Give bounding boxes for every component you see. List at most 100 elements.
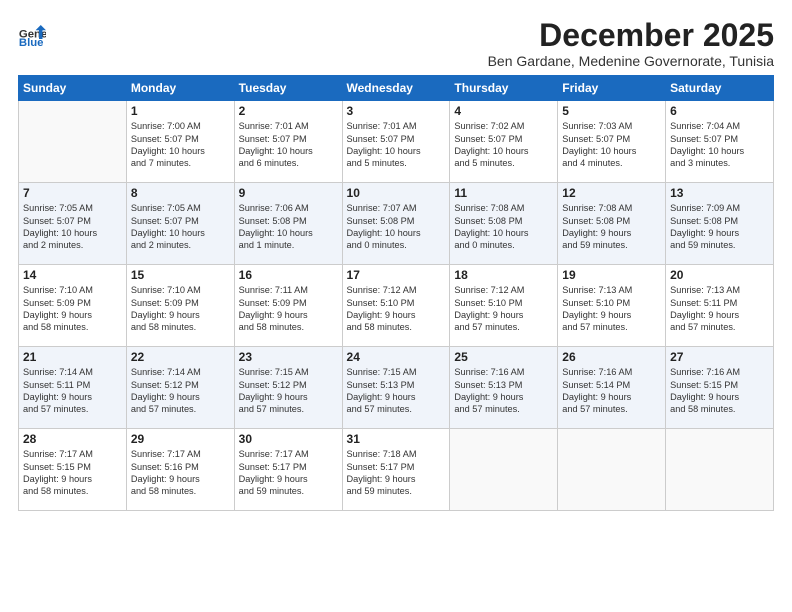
- day-number: 11: [454, 186, 553, 200]
- table-row: 25Sunrise: 7:16 AMSunset: 5:13 PMDayligh…: [450, 347, 558, 429]
- table-row: 29 Sunrise: 7:17 AMSunset: 5:16 PMDayligh…: [126, 429, 234, 511]
- table-row: 31 Sunrise: 7:18 AMSunset: 5:17 PMDayligh…: [342, 429, 450, 511]
- day-number: 25: [454, 350, 553, 364]
- table-row: 11 Sunrise: 7:08 AMSunset: 5:08 PMDayligh…: [450, 183, 558, 265]
- table-row: 22 Sunrise: 7:14 AMSunset: 5:12 PMDayligh…: [126, 347, 234, 429]
- day-info: Sunrise: 7:18 AMSunset: 5:17 PMDaylight:…: [347, 448, 446, 498]
- day-number: 14: [23, 268, 122, 282]
- day-number: 8: [131, 186, 230, 200]
- table-row: [19, 101, 127, 183]
- table-row: 5Sunrise: 7:03 AMSunset: 5:07 PMDaylight…: [558, 101, 666, 183]
- table-row: 23 Sunrise: 7:15 AMSunset: 5:12 PMDayligh…: [234, 347, 342, 429]
- day-number: 3: [347, 104, 446, 118]
- day-number: 16: [239, 268, 338, 282]
- day-info: Sunrise: 7:16 AMSunset: 5:15 PMDaylight:…: [670, 366, 769, 416]
- day-number: 20: [670, 268, 769, 282]
- day-number: 28: [23, 432, 122, 446]
- day-info: Sunrise: 7:05 AMSunset: 5:07 PMDaylight:…: [23, 202, 122, 252]
- day-info: Sunrise: 7:01 AMSunset: 5:07 PMDaylight:…: [239, 120, 338, 170]
- day-info: Sunrise: 7:17 AMSunset: 5:15 PMDaylight:…: [23, 448, 122, 498]
- table-row: [558, 429, 666, 511]
- day-number: 12: [562, 186, 661, 200]
- table-row: 1 Sunrise: 7:00 AMSunset: 5:07 PMDaylight…: [126, 101, 234, 183]
- calendar-header-row: Sunday Monday Tuesday Wednesday Thursday…: [19, 76, 774, 101]
- table-row: 13Sunrise: 7:09 AMSunset: 5:08 PMDayligh…: [666, 183, 774, 265]
- day-info: Sunrise: 7:15 AMSunset: 5:12 PMDaylight:…: [239, 366, 338, 416]
- table-row: 14 Sunrise: 7:10 AMSunset: 5:09 PMDayligh…: [19, 265, 127, 347]
- day-info: Sunrise: 7:06 AMSunset: 5:08 PMDaylight:…: [239, 202, 338, 252]
- day-info: Sunrise: 7:10 AMSunset: 5:09 PMDaylight:…: [131, 284, 230, 334]
- table-row: 15 Sunrise: 7:10 AMSunset: 5:09 PMDayligh…: [126, 265, 234, 347]
- day-number: 23: [239, 350, 338, 364]
- table-row: 20 Sunrise: 7:13 AMSunset: 5:11 PMDayligh…: [666, 265, 774, 347]
- day-info: Sunrise: 7:05 AMSunset: 5:07 PMDaylight:…: [131, 202, 230, 252]
- table-row: [666, 429, 774, 511]
- header-sunday: Sunday: [19, 76, 127, 101]
- header-saturday: Saturday: [666, 76, 774, 101]
- day-info: Sunrise: 7:14 AMSunset: 5:12 PMDaylight:…: [131, 366, 230, 416]
- calendar-table: Sunday Monday Tuesday Wednesday Thursday…: [18, 75, 774, 511]
- header-monday: Monday: [126, 76, 234, 101]
- day-number: 18: [454, 268, 553, 282]
- table-row: 9 Sunrise: 7:06 AMSunset: 5:08 PMDaylight…: [234, 183, 342, 265]
- table-row: [450, 429, 558, 511]
- table-row: 17Sunrise: 7:12 AMSunset: 5:10 PMDayligh…: [342, 265, 450, 347]
- table-row: 27 Sunrise: 7:16 AMSunset: 5:15 PMDayligh…: [666, 347, 774, 429]
- table-row: 26 Sunrise: 7:16 AMSunset: 5:14 PMDayligh…: [558, 347, 666, 429]
- location: Ben Gardane, Medenine Governorate, Tunis…: [488, 53, 774, 69]
- day-info: Sunrise: 7:17 AMSunset: 5:16 PMDaylight:…: [131, 448, 230, 498]
- table-row: 8 Sunrise: 7:05 AMSunset: 5:07 PMDaylight…: [126, 183, 234, 265]
- day-number: 31: [347, 432, 446, 446]
- table-row: 19 Sunrise: 7:13 AMSunset: 5:10 PMDayligh…: [558, 265, 666, 347]
- day-number: 1: [131, 104, 230, 118]
- calendar-week-row: 7Sunrise: 7:05 AMSunset: 5:07 PMDaylight…: [19, 183, 774, 265]
- calendar-week-row: 21Sunrise: 7:14 AMSunset: 5:11 PMDayligh…: [19, 347, 774, 429]
- day-info: Sunrise: 7:03 AMSunset: 5:07 PMDaylight:…: [562, 120, 661, 170]
- day-number: 30: [239, 432, 338, 446]
- day-info: Sunrise: 7:17 AMSunset: 5:17 PMDaylight:…: [239, 448, 338, 498]
- day-info: Sunrise: 7:13 AMSunset: 5:10 PMDaylight:…: [562, 284, 661, 334]
- day-number: 10: [347, 186, 446, 200]
- day-info: Sunrise: 7:08 AMSunset: 5:08 PMDaylight:…: [454, 202, 553, 252]
- day-number: 9: [239, 186, 338, 200]
- day-number: 22: [131, 350, 230, 364]
- day-number: 27: [670, 350, 769, 364]
- day-info: Sunrise: 7:10 AMSunset: 5:09 PMDaylight:…: [23, 284, 122, 334]
- table-row: 7Sunrise: 7:05 AMSunset: 5:07 PMDaylight…: [19, 183, 127, 265]
- table-row: 18Sunrise: 7:12 AMSunset: 5:10 PMDayligh…: [450, 265, 558, 347]
- logo-icon: General Blue: [18, 18, 46, 46]
- header-thursday: Thursday: [450, 76, 558, 101]
- day-info: Sunrise: 7:16 AMSunset: 5:14 PMDaylight:…: [562, 366, 661, 416]
- title-block: December 2025 Ben Gardane, Medenine Gove…: [488, 18, 774, 69]
- month-title: December 2025: [488, 18, 774, 53]
- header-tuesday: Tuesday: [234, 76, 342, 101]
- day-info: Sunrise: 7:00 AMSunset: 5:07 PMDaylight:…: [131, 120, 230, 170]
- table-row: 12 Sunrise: 7:08 AMSunset: 5:08 PMDayligh…: [558, 183, 666, 265]
- day-number: 6: [670, 104, 769, 118]
- day-info: Sunrise: 7:08 AMSunset: 5:08 PMDaylight:…: [562, 202, 661, 252]
- day-info: Sunrise: 7:15 AMSunset: 5:13 PMDaylight:…: [347, 366, 446, 416]
- day-number: 19: [562, 268, 661, 282]
- calendar-week-row: 14 Sunrise: 7:10 AMSunset: 5:09 PMDayligh…: [19, 265, 774, 347]
- day-number: 29: [131, 432, 230, 446]
- header-wednesday: Wednesday: [342, 76, 450, 101]
- day-info: Sunrise: 7:02 AMSunset: 5:07 PMDaylight:…: [454, 120, 553, 170]
- calendar-week-row: 1 Sunrise: 7:00 AMSunset: 5:07 PMDaylight…: [19, 101, 774, 183]
- table-row: 28 Sunrise: 7:17 AMSunset: 5:15 PMDayligh…: [19, 429, 127, 511]
- table-row: 30 Sunrise: 7:17 AMSunset: 5:17 PMDayligh…: [234, 429, 342, 511]
- table-row: 3 Sunrise: 7:01 AMSunset: 5:07 PMDaylight…: [342, 101, 450, 183]
- day-info: Sunrise: 7:13 AMSunset: 5:11 PMDaylight:…: [670, 284, 769, 334]
- day-number: 15: [131, 268, 230, 282]
- day-number: 21: [23, 350, 122, 364]
- table-row: 21Sunrise: 7:14 AMSunset: 5:11 PMDayligh…: [19, 347, 127, 429]
- day-number: 17: [347, 268, 446, 282]
- table-row: 6Sunrise: 7:04 AMSunset: 5:07 PMDaylight…: [666, 101, 774, 183]
- day-info: Sunrise: 7:07 AMSunset: 5:08 PMDaylight:…: [347, 202, 446, 252]
- table-row: 4 Sunrise: 7:02 AMSunset: 5:07 PMDaylight…: [450, 101, 558, 183]
- day-info: Sunrise: 7:01 AMSunset: 5:07 PMDaylight:…: [347, 120, 446, 170]
- table-row: 2Sunrise: 7:01 AMSunset: 5:07 PMDaylight…: [234, 101, 342, 183]
- day-number: 4: [454, 104, 553, 118]
- page-header: General Blue December 2025 Ben Gardane, …: [18, 18, 774, 69]
- day-number: 26: [562, 350, 661, 364]
- day-number: 13: [670, 186, 769, 200]
